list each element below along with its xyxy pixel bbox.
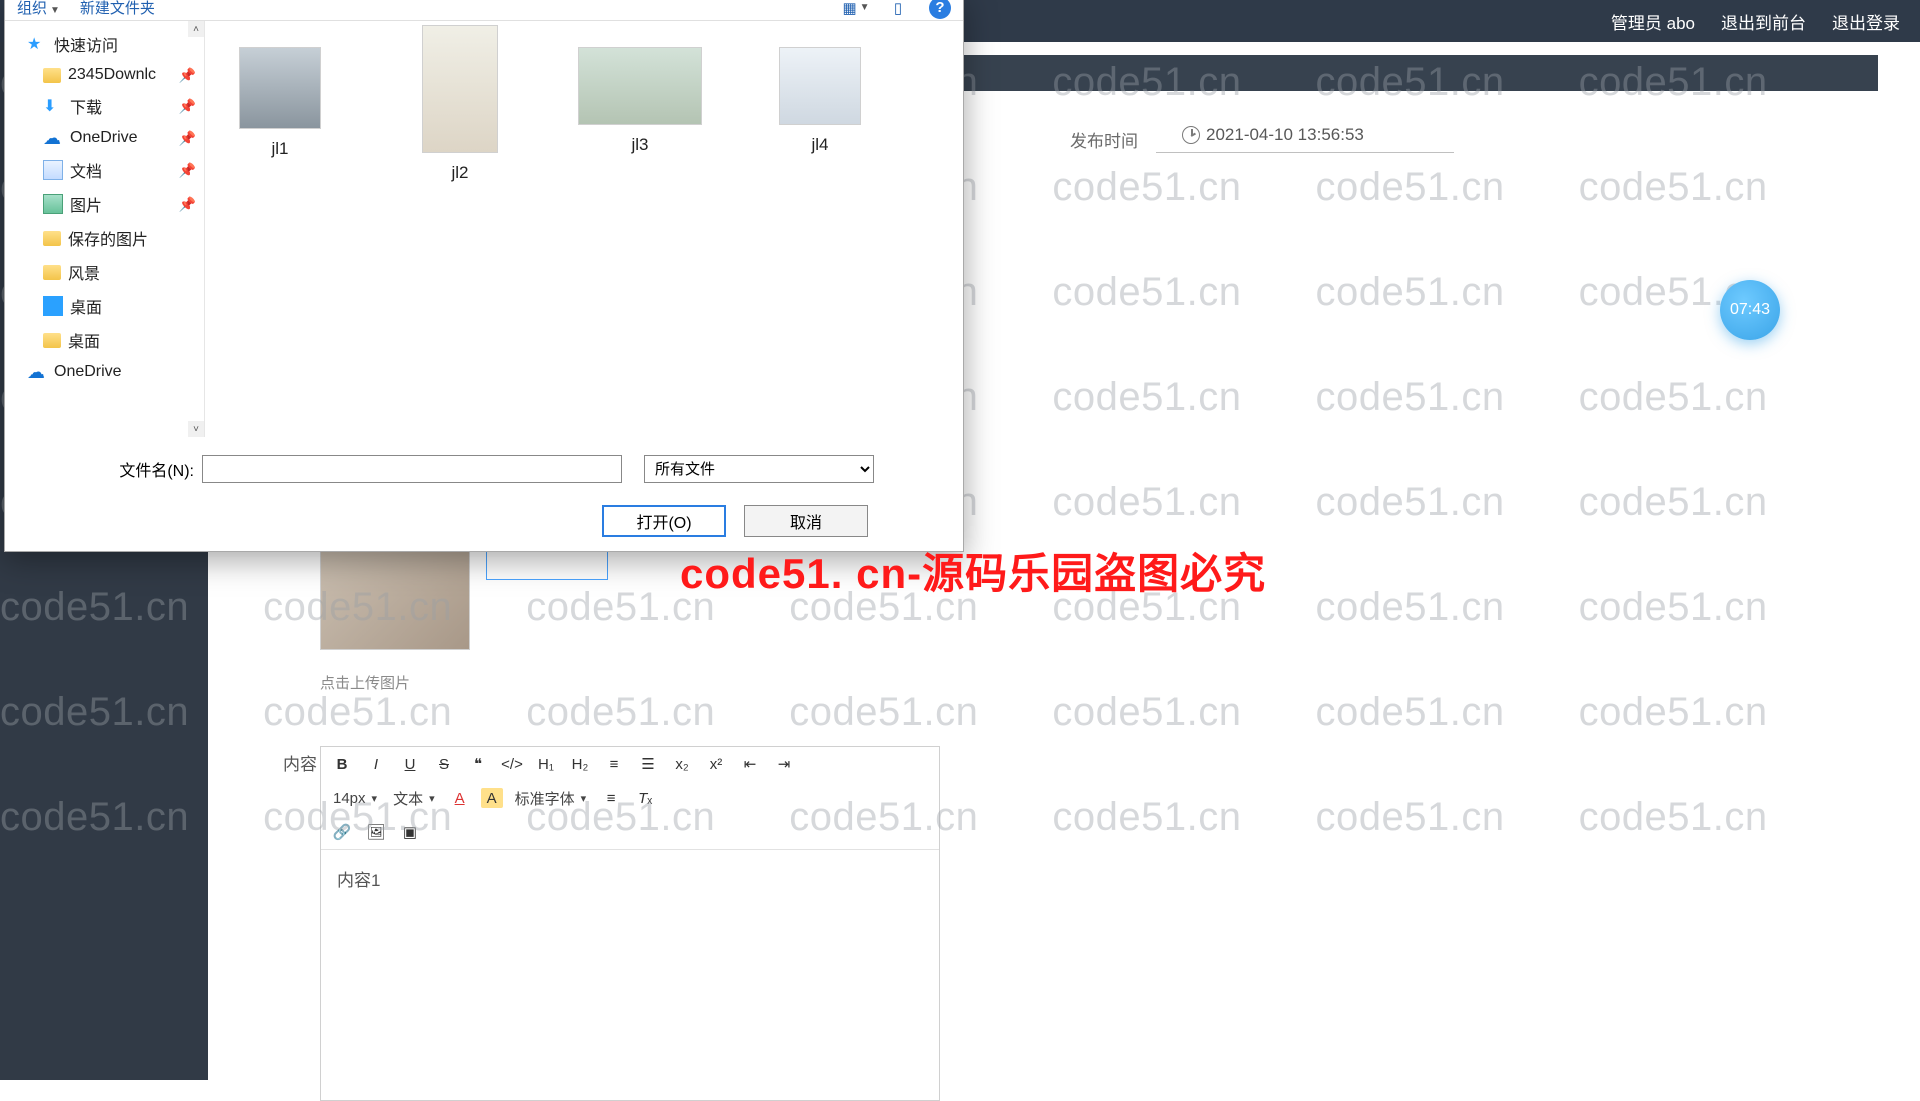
cancel-button[interactable]: 取消: [744, 505, 868, 537]
nav-item-文档[interactable]: 文档📌: [5, 153, 204, 187]
fold-icon: [43, 68, 61, 83]
image-button[interactable]: 🖼: [363, 819, 389, 845]
nav-item-桌面[interactable]: 桌面: [5, 289, 204, 323]
pic-icon: [43, 194, 63, 214]
dialog-toolbar: 组织▼ 新建文件夹 ▦▼ ▯ ?: [5, 0, 963, 21]
superscript-button[interactable]: x²: [703, 751, 729, 777]
thumbnail-image: [422, 25, 498, 153]
star-icon: ★: [27, 34, 47, 54]
quote-button[interactable]: ❝: [465, 751, 491, 777]
strike-button[interactable]: S: [431, 751, 457, 777]
view-mode-button[interactable]: ▦▼: [845, 0, 867, 19]
subscript-button[interactable]: x₂: [669, 751, 695, 777]
dialog-bottom: 文件名(N): 所有文件 打开(O) 取消: [5, 437, 963, 551]
font-family-select[interactable]: 标准字体▾: [511, 788, 591, 809]
nav-item-风景[interactable]: 风景: [5, 255, 204, 289]
link-button[interactable]: 🔗: [329, 819, 355, 845]
publish-time-label: 发布时间: [1070, 127, 1138, 152]
pin-icon: 📌: [179, 196, 196, 213]
italic-button[interactable]: I: [363, 751, 389, 777]
backcolor-button[interactable]: A: [481, 788, 503, 808]
cloud-icon: ☁: [27, 362, 47, 382]
nav-item-桌面[interactable]: 桌面: [5, 323, 204, 357]
forecolor-button[interactable]: A: [447, 785, 473, 811]
bold-button[interactable]: B: [329, 751, 355, 777]
font-size-select[interactable]: 14px▾: [329, 790, 381, 807]
file-item-jl3[interactable]: jl3: [595, 47, 685, 411]
nav-item-OneDrive[interactable]: ☁OneDrive📌: [5, 123, 204, 153]
block-select[interactable]: 文本▾: [389, 788, 439, 809]
thumbnail-image: [578, 47, 702, 125]
nav-item-图片[interactable]: 图片📌: [5, 187, 204, 221]
preview-pane-button[interactable]: ▯: [887, 0, 909, 19]
thumbnail-image: [239, 47, 321, 129]
file-item-jl4[interactable]: jl4: [775, 47, 865, 411]
h2-button[interactable]: H₂: [567, 751, 593, 777]
dl-icon: ⬇: [43, 96, 63, 116]
floating-time-badge[interactable]: 07:43: [1720, 280, 1780, 340]
code-button[interactable]: </>: [499, 751, 525, 777]
fold-icon: [43, 265, 61, 280]
file-open-dialog: 组织▼ 新建文件夹 ▦▼ ▯ ? ˄ ★快速访问2345Downlc📌⬇下载📌☁…: [4, 0, 964, 552]
file-item-jl2[interactable]: jl2: [415, 47, 505, 411]
pin-icon: 📌: [179, 162, 196, 179]
file-label: jl1: [271, 139, 288, 159]
file-filter-select[interactable]: 所有文件: [644, 455, 874, 483]
file-label: jl2: [451, 163, 468, 183]
admin-user-link[interactable]: 管理员 abo: [1611, 9, 1695, 34]
doc-icon: [43, 160, 63, 180]
nav-pane: ˄ ★快速访问2345Downlc📌⬇下载📌☁OneDrive📌文档📌图片📌保存…: [5, 21, 205, 437]
filename-input[interactable]: [202, 455, 622, 483]
file-item-jl1[interactable]: jl1: [235, 47, 325, 411]
clock-icon: [1182, 126, 1200, 144]
nav-scroll-down[interactable]: ˅: [188, 421, 204, 437]
editor-body[interactable]: 内容1: [321, 850, 939, 1100]
fold-icon: [43, 231, 61, 246]
thumbnail-image: [779, 47, 861, 125]
desk-icon: [43, 296, 63, 316]
video-button[interactable]: ▣: [397, 819, 423, 845]
file-label: jl4: [811, 135, 828, 155]
new-folder-button[interactable]: 新建文件夹: [80, 0, 155, 18]
pin-icon: 📌: [179, 130, 196, 147]
open-button[interactable]: 打开(O): [602, 505, 726, 537]
editor-toolbar: B I U S ❝ </> H₁ H₂ ≡ ☰ x₂ x² ⇤ ⇥ 14px▾ …: [321, 747, 939, 850]
outdent-button[interactable]: ⇤: [737, 751, 763, 777]
rich-editor: B I U S ❝ </> H₁ H₂ ≡ ☰ x₂ x² ⇤ ⇥ 14px▾ …: [320, 746, 940, 1101]
fold-icon: [43, 333, 61, 348]
ul-button[interactable]: ☰: [635, 751, 661, 777]
nav-item-2345Downlc[interactable]: 2345Downlc📌: [5, 61, 204, 89]
nav-item-保存的图片[interactable]: 保存的图片: [5, 221, 204, 255]
nav-item-OneDrive[interactable]: ☁OneDrive: [5, 357, 204, 387]
file-label: jl3: [631, 135, 648, 155]
nav-item-下载[interactable]: ⬇下载📌: [5, 89, 204, 123]
pin-icon: 📌: [179, 67, 196, 84]
logout-link[interactable]: 退出登录: [1832, 9, 1900, 34]
organize-menu[interactable]: 组织▼: [17, 0, 60, 18]
ol-button[interactable]: ≡: [601, 751, 627, 777]
clear-format-button[interactable]: Tₓ: [632, 785, 658, 811]
h1-button[interactable]: H₁: [533, 751, 559, 777]
indent-button[interactable]: ⇥: [771, 751, 797, 777]
filename-label: 文件名(N):: [25, 457, 200, 481]
align-button[interactable]: ≡: [598, 785, 624, 811]
nav-item-快速访问[interactable]: ★快速访问: [5, 27, 204, 61]
pin-icon: 📌: [179, 98, 196, 115]
content-label: 内容: [283, 750, 317, 775]
help-icon[interactable]: ?: [929, 0, 951, 19]
upload-hint: 点击上传图片: [320, 672, 410, 693]
publish-time-input[interactable]: 2021-04-10 13:56:53: [1156, 125, 1454, 153]
cloud-icon: ☁: [43, 128, 63, 148]
to-frontend-link[interactable]: 退出到前台: [1721, 9, 1806, 34]
file-grid: jl1 jl2 jl3 jl4: [205, 21, 963, 437]
underline-button[interactable]: U: [397, 751, 423, 777]
publish-time-row: 发布时间 2021-04-10 13:56:53: [1070, 125, 1454, 153]
